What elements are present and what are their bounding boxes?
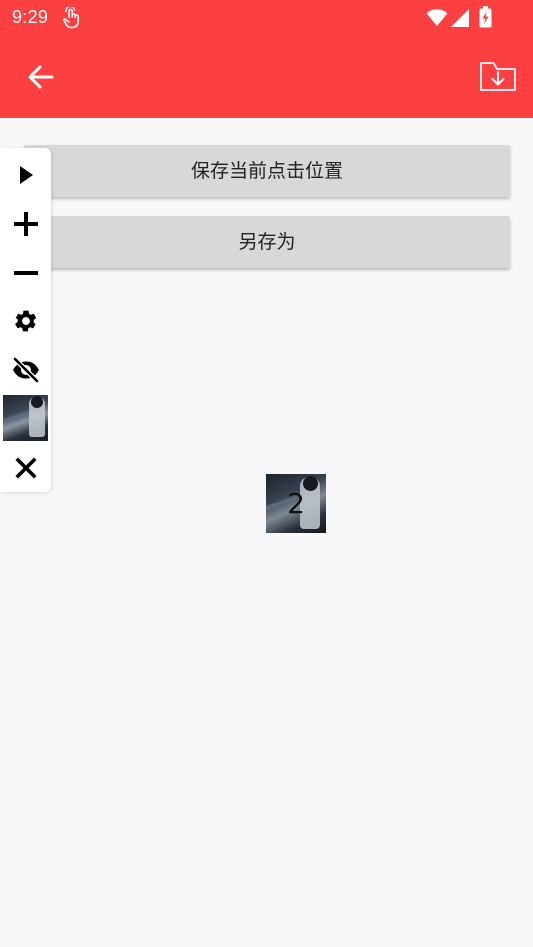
floating-toolbar — [0, 148, 51, 492]
arrow-back-icon[interactable] — [24, 60, 58, 94]
wifi-icon — [426, 9, 448, 26]
remove-point-button[interactable] — [0, 248, 51, 297]
save-as-button[interactable]: 另存为 — [24, 216, 510, 268]
click-point-number: 2 — [287, 487, 305, 520]
settings-button[interactable] — [0, 296, 51, 345]
thumbnail-image[interactable] — [3, 395, 48, 441]
close-icon — [14, 456, 37, 479]
hide-markers-button[interactable] — [0, 345, 51, 394]
eye-off-icon — [12, 356, 39, 383]
plus-icon — [13, 211, 38, 236]
close-toolbar-button[interactable] — [0, 443, 51, 492]
status-bar: 9:29 — [0, 0, 533, 36]
folder-download-icon[interactable] — [479, 58, 517, 94]
add-point-button[interactable] — [0, 199, 51, 248]
gear-icon — [14, 310, 36, 331]
play-icon — [19, 165, 33, 184]
touch-icon — [63, 7, 79, 29]
minus-icon — [13, 270, 38, 275]
status-time: 9:29 — [12, 7, 49, 27]
click-point-marker[interactable]: 2 — [266, 474, 326, 533]
app-bar — [0, 36, 533, 118]
play-button[interactable] — [0, 150, 51, 199]
thumbnail-photo — [3, 395, 48, 441]
battery-charging-icon — [479, 6, 492, 28]
save-click-position-button[interactable]: 保存当前点击位置 — [24, 145, 510, 197]
signal-icon — [451, 9, 469, 27]
